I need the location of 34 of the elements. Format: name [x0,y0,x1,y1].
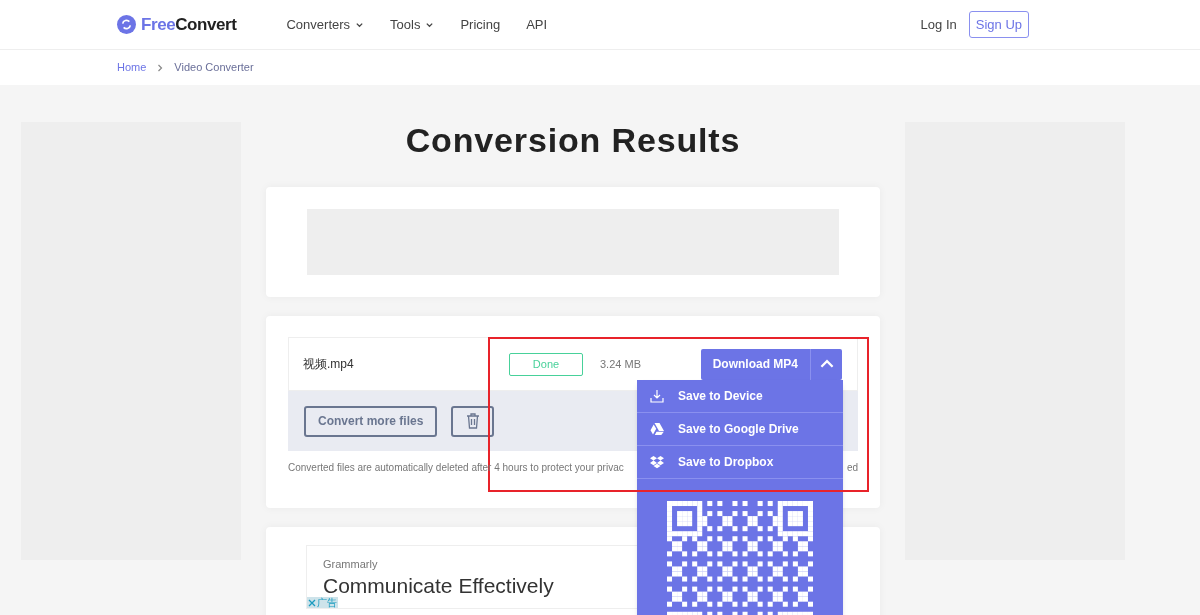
ad-headline: Communicate Effectively [323,572,555,597]
chevron-right-icon [156,63,165,72]
trash-icon [465,413,480,429]
file-name: 视频.mp4 [303,356,355,373]
expand-button[interactable] [810,348,842,380]
page-title: Conversion Results [404,122,742,158]
status-badge: Done [509,352,583,376]
note-text: ed [846,461,858,475]
file-size: 3.24 MB [600,356,641,372]
delete-button[interactable] [451,405,495,437]
qr-code-icon [667,501,813,615]
menu-item[interactable]: Save to Google Drive [637,413,843,446]
ad-brand: Grammarly [323,557,379,572]
signup-button[interactable]: Sign Up [968,11,1029,38]
nav-link[interactable]: Tools [390,14,435,35]
breadcrumb-current: Video Converter [174,60,254,76]
nav-link[interactable]: Converters [286,14,365,35]
close-icon[interactable] [308,598,316,607]
nav-link[interactable]: Pricing [460,14,501,35]
logo-icon [117,15,136,34]
logo-text[interactable]: FreeConvert [141,11,237,38]
triangle-icon [650,423,664,435]
chevron-down-icon [425,20,435,29]
menu-item[interactable]: Save to Dropbox [637,446,843,479]
chevron-down-icon [355,20,365,29]
boxes-icon [650,455,664,469]
download-button[interactable]: Download MP4 [700,348,810,380]
menu-item[interactable]: Save to Device [637,380,843,413]
ad-label: 广告 [317,597,337,608]
download-icon [650,389,664,403]
login-link[interactable]: Log In [920,14,957,35]
nav-link[interactable]: API [526,14,548,35]
convert-more-button[interactable]: Convert more files [304,405,438,437]
breadcrumb-link[interactable]: Home [117,59,147,76]
